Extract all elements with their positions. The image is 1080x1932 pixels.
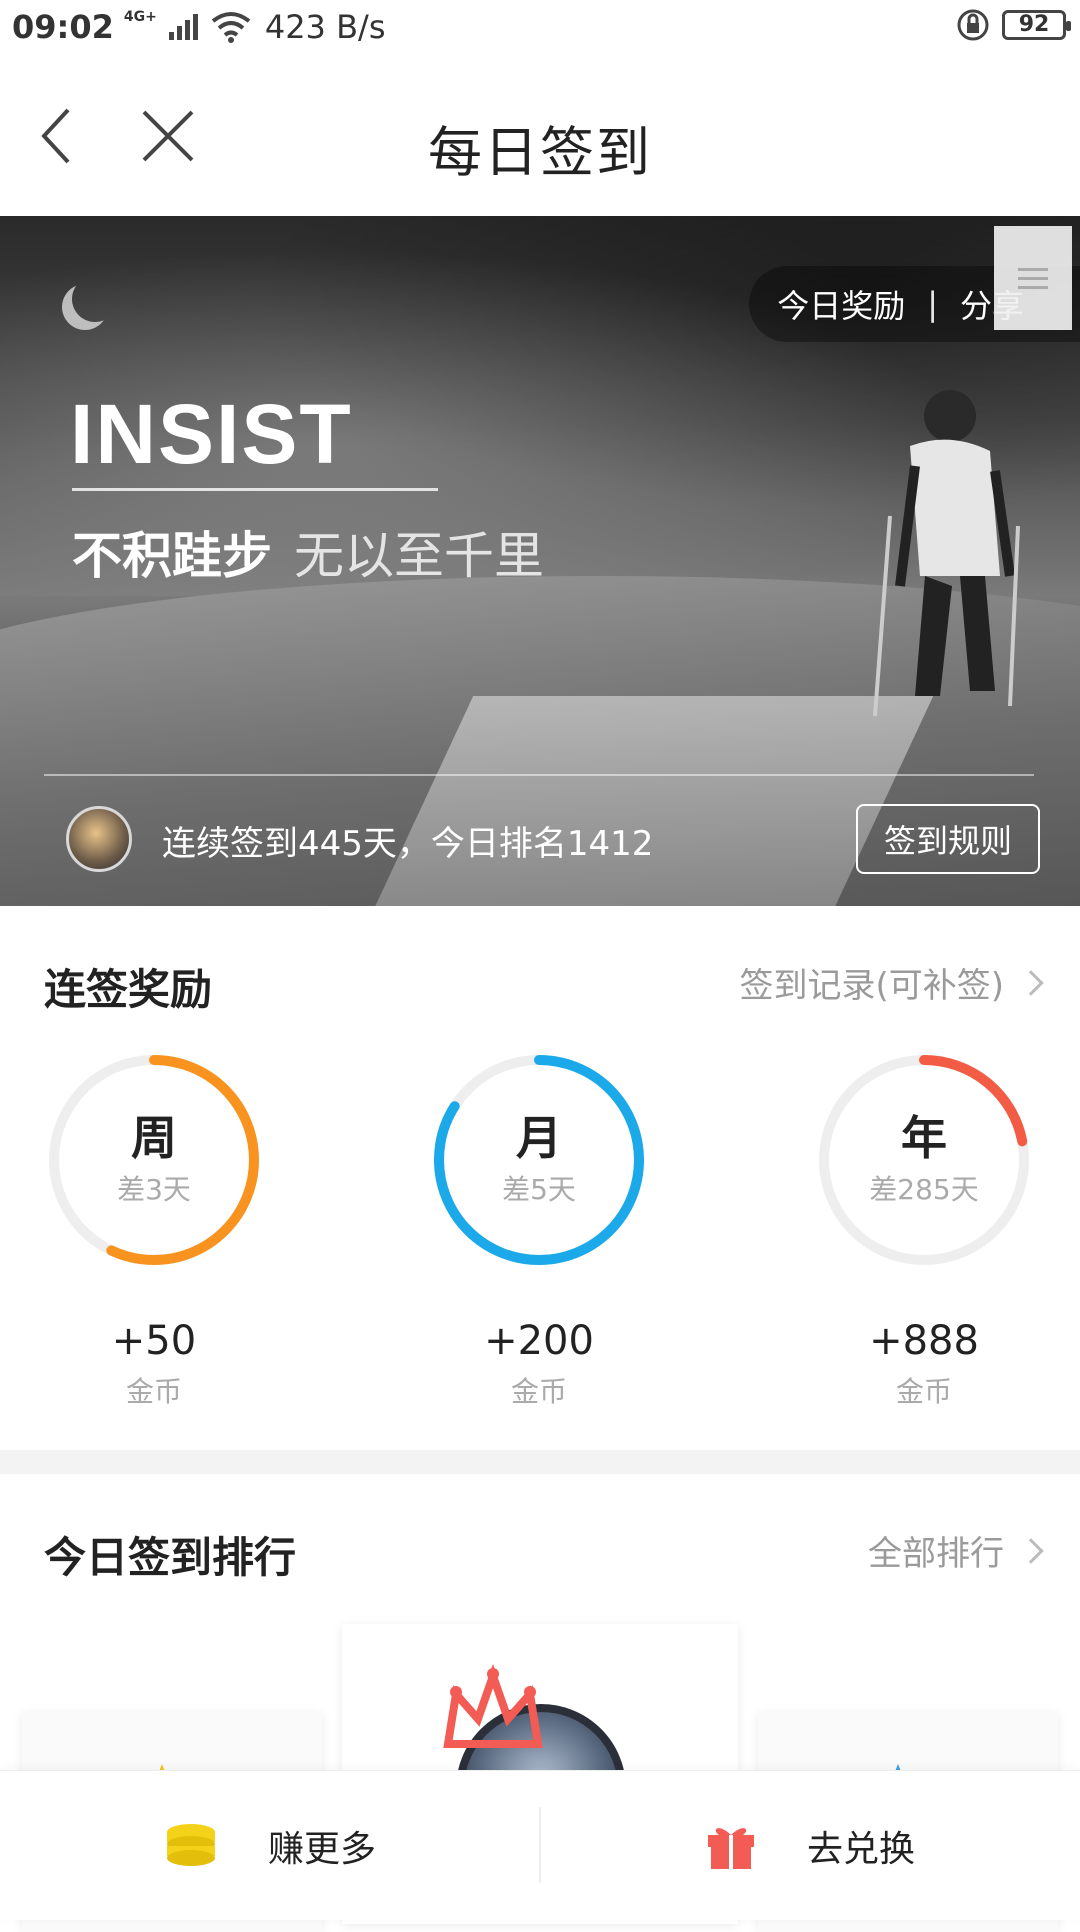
ranking-title: 今日签到排行 [44,1533,297,1582]
earn-more-button[interactable]: 赚更多 [0,1771,540,1921]
all-ranking-link[interactable]: 全部排行 [868,1526,1044,1575]
redeem-label: 去兑换 [806,1829,915,1870]
status-right: 92 [956,8,1071,42]
status-bar: 09:02 4G+ 423 B/s 92 [0,0,1080,56]
reward-remaining: 差3天 [117,1173,191,1206]
rotation-lock-icon [957,9,989,41]
network-speed: 423 B/s [264,8,386,46]
hiker-illustration [873,390,1020,717]
reward-ring: 月差5天 [429,1050,649,1270]
earn-more-label: 赚更多 [267,1829,376,1870]
checkin-record-label: 签到记录(可补签) [739,966,1004,1006]
reward-period: 月 [516,1111,562,1165]
status-time: 09:02 [12,8,114,46]
redeem-button[interactable]: 去兑换 [540,1771,1080,1921]
reward-amount: +50 [111,1318,197,1364]
reward-period: 周 [131,1111,177,1165]
banner: INSIST 不积跬步 无以至千里 今日奖励 | 分享 连续签到445天，今日排名… [0,216,1080,906]
crown-icon [443,1664,543,1748]
bottom-bar: 赚更多 去兑换 [0,1770,1080,1920]
rewards-title: 连签奖励 [44,965,213,1014]
chevron-right-icon [1018,969,1044,996]
battery-indicator: 92 [1002,10,1071,40]
reward-remaining: 差285天 [869,1173,979,1206]
nav-header: 每日签到 [0,56,1080,216]
reward-amount-block: +888 金币 [814,1318,1034,1410]
reward-amount-block: +50 金币 [44,1318,264,1410]
reward-remaining: 差5天 [502,1173,576,1206]
moon-icon [72,276,118,322]
signal-icon [168,14,198,40]
reward-amount: +888 [869,1318,979,1364]
reward-unit: 金币 [125,1375,182,1408]
checkin-rules-button[interactable]: 签到规则 [856,804,1040,874]
all-ranking-label: 全部排行 [868,1534,1004,1574]
status-left: 09:02 4G+ 423 B/s [12,8,385,46]
floating-menu-handle[interactable] [994,226,1072,330]
banner-motto: 不积跬步 无以至千里 [72,516,544,588]
page-title: 每日签到 [428,121,652,184]
banner-headline: INSIST [70,387,353,481]
today-reward-link[interactable]: 今日奖励 [777,281,905,327]
reward-period: 年 [901,1111,947,1165]
gift-icon [707,1828,754,1869]
section-divider [0,1450,1080,1474]
checkin-record-link[interactable]: 签到记录(可补签) [739,958,1044,1007]
reward-amount: +200 [484,1318,594,1364]
motto-part-2: 无以至千里 [294,527,544,585]
motto-part-1: 不积跬步 [72,527,272,585]
reward-ring: 周差3天 [44,1050,264,1270]
streak-info: 连续签到445天，今日排名1412 [162,824,654,864]
chevron-right-icon [1018,1537,1044,1564]
wifi-icon [211,12,251,43]
coins-icon [166,1824,215,1866]
network-type: 4G+ [123,9,157,25]
reward-unit: 金币 [895,1375,952,1408]
user-avatar[interactable] [66,806,132,872]
reward-unit: 金币 [510,1375,567,1408]
banner-headline-underline [72,488,438,491]
actions-separator: | [927,285,938,323]
reward-ring: 年差285天 [814,1050,1034,1270]
reward-amount-block: +200 金币 [429,1318,649,1410]
banner-divider [44,774,1034,776]
